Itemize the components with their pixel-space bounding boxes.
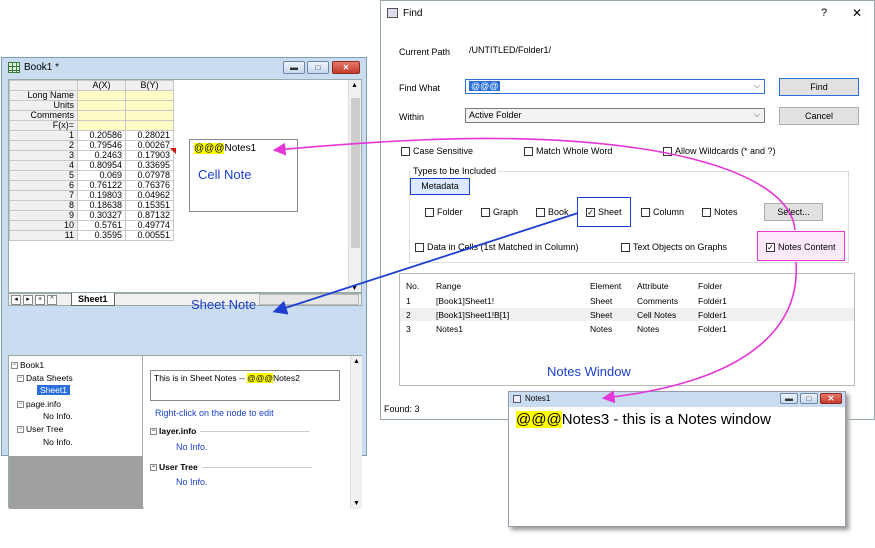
- annotation-arrows: [272, 137, 798, 404]
- arrow-to-cell-note: [272, 137, 796, 231]
- arrow-to-notes-window: [601, 261, 798, 404]
- arrow-to-sheet-note: [272, 212, 579, 315]
